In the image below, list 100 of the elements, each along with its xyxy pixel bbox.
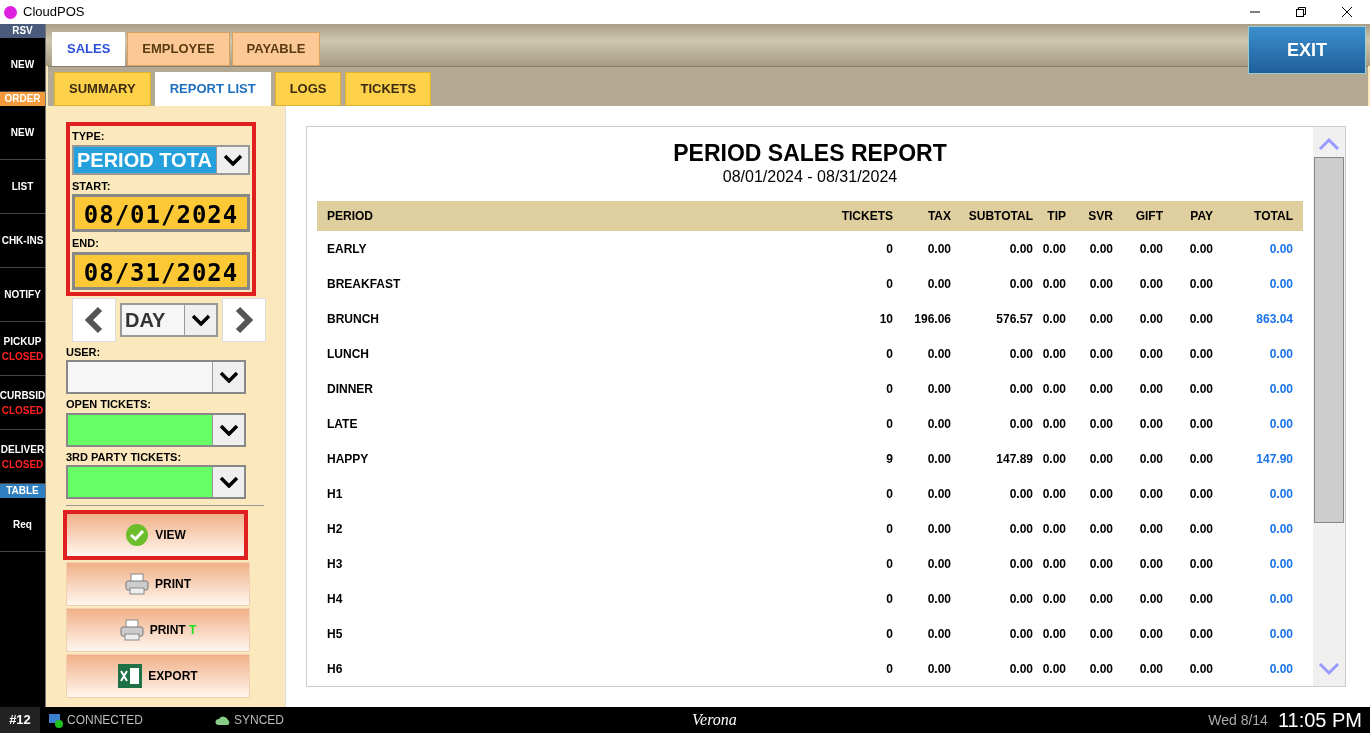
scrollbar-thumb[interactable]	[1314, 157, 1344, 523]
table-cell-text: 0.00	[1088, 450, 1113, 468]
table-cell-text: 0.00	[1008, 660, 1033, 678]
field-label: END:	[72, 236, 100, 251]
tab[interactable]: PAYABLE	[231, 32, 321, 66]
table-cell-text: 0.00	[1088, 240, 1113, 258]
table-cell-text: 0.00	[1041, 240, 1066, 258]
dropdown-button[interactable]	[212, 414, 244, 445]
end-date-button[interactable]: 08/31/2024	[72, 251, 250, 290]
action-button[interactable]: PRINT T	[66, 608, 250, 652]
app-logo-icon	[4, 5, 17, 19]
table-cell-text: 0.00	[1008, 345, 1033, 363]
exit-button[interactable]: EXIT	[1248, 26, 1366, 74]
table-cell-text: 0.00	[1268, 660, 1293, 678]
column-header: TICKETS	[840, 208, 893, 225]
table-cell-text: 0.00	[1138, 240, 1163, 258]
table-cell-text: 0.00	[1268, 485, 1293, 503]
next-button[interactable]	[222, 297, 266, 342]
table-cell-text: 147.90	[1255, 450, 1293, 468]
table-cell-text: 0.00	[1138, 275, 1163, 293]
table-cell-text: H3	[327, 555, 344, 573]
close-icon[interactable]	[1342, 7, 1352, 17]
sidebar-button-label: NOTIFY	[4, 288, 41, 302]
chevron-down-icon	[222, 153, 243, 166]
subtab[interactable]: TICKETS	[345, 72, 432, 106]
action-button[interactable]: PRINT	[66, 562, 250, 606]
tab[interactable]: SALES	[52, 32, 126, 66]
table-cell-text: 0.00	[1088, 415, 1113, 433]
table-cell-text: 0.00	[1008, 275, 1033, 293]
table-cell-text: 0.00	[1138, 520, 1163, 538]
table-cell-text: 0.00	[926, 520, 951, 538]
chevron-down-icon	[190, 313, 211, 326]
status-label: CLOSED	[1, 403, 44, 418]
sidebar-button-label: PICKUP	[3, 334, 42, 349]
status-label: CLOSED	[1, 349, 44, 364]
table-cell-text: 0.00	[1088, 275, 1113, 293]
checkmark-icon	[125, 523, 150, 547]
table-cell-text: HAPPY	[327, 450, 370, 468]
period-dropdown[interactable]: DAY	[120, 302, 218, 337]
table-cell-text: 0.00	[926, 380, 951, 398]
table-cell-text: 0.00	[1188, 380, 1213, 398]
table-cell-text: 0	[885, 240, 893, 258]
table-cell-text: H5	[327, 625, 344, 643]
dropdown-button[interactable]	[212, 467, 244, 497]
table-cell-text: 0.00	[1138, 345, 1163, 363]
dropdown-button[interactable]	[184, 304, 216, 335]
table-cell-text: 0.00	[1188, 240, 1213, 258]
table-cell-text: 0.00	[1188, 345, 1213, 363]
table-cell-text: 0.00	[1008, 625, 1033, 643]
report-date-range: 08/01/2024 - 08/31/2024	[721, 167, 899, 187]
table-cell-text: 0	[885, 275, 893, 293]
table-cell-text: 0.00	[1088, 520, 1113, 538]
sidebar-button-label: DELIVER	[0, 442, 45, 457]
table-cell-text: 0.00	[1041, 275, 1066, 293]
dropdown-button[interactable]	[212, 362, 244, 392]
start-date-button[interactable]: 08/01/2024	[72, 194, 250, 232]
sidebar-section-header: TABLE	[0, 484, 45, 498]
table-cell-text: 0.00	[1268, 380, 1293, 398]
table-cell-text: 0.00	[1188, 485, 1213, 503]
table-cell-text: 0.00	[1138, 590, 1163, 608]
table-cell-text: 0.00	[1188, 555, 1213, 573]
table-cell-text: 576.57	[995, 310, 1033, 328]
table-cell-text: 863.04	[1255, 310, 1293, 328]
table-cell-text: 0.00	[926, 450, 951, 468]
table-cell-text: 0.00	[1008, 240, 1033, 258]
restore-icon[interactable]	[1296, 7, 1306, 17]
table-cell-text: 0.00	[926, 240, 951, 258]
table-cell-text: 9	[885, 450, 893, 468]
table-cell-text: 0	[885, 380, 893, 398]
table-cell-text: 0.00	[1041, 625, 1066, 643]
sidebar-button-label: CHK-INS	[1, 234, 44, 248]
table-cell-text: 147.89	[995, 450, 1033, 468]
field-label: OPEN TICKETS:	[66, 397, 152, 412]
table-cell-text: 0.00	[1268, 590, 1293, 608]
sidebar-section-header: RSV	[0, 24, 45, 38]
table-cell-text: 0.00	[926, 415, 951, 433]
table-cell-text: 0.00	[1008, 485, 1033, 503]
table-cell-text: 0.00	[1041, 450, 1066, 468]
table-cell-text: 0.00	[1041, 380, 1066, 398]
table-cell-text: 0.00	[926, 275, 951, 293]
tab[interactable]: EMPLOYEE	[127, 32, 230, 66]
column-header: PAY	[1189, 208, 1213, 225]
subtab[interactable]: REPORT LIST	[154, 72, 271, 106]
sidebar-button-label: NEW	[10, 126, 35, 140]
table-cell-text: BREAKFAST	[327, 275, 402, 293]
table-cell-text: 0.00	[1041, 310, 1066, 328]
previous-button[interactable]	[72, 297, 116, 342]
subtab[interactable]: LOGS	[274, 72, 342, 106]
location-name: Verona	[692, 710, 737, 730]
column-header: SUBTOTAL	[967, 208, 1033, 225]
subtab[interactable]: SUMMARY	[54, 72, 151, 106]
table-cell-text: H4	[327, 590, 344, 608]
scrollbar[interactable]	[1313, 127, 1345, 686]
table-cell-text: H2	[327, 520, 344, 538]
dropdown-button[interactable]	[216, 146, 248, 173]
table-cell-text: 0.00	[1008, 415, 1033, 433]
action-button[interactable]: EXPORT	[66, 654, 250, 698]
table-cell-text: 0	[885, 590, 893, 608]
table-cell-text: 0.00	[1008, 555, 1033, 573]
action-button[interactable]: VIEW	[63, 510, 248, 560]
